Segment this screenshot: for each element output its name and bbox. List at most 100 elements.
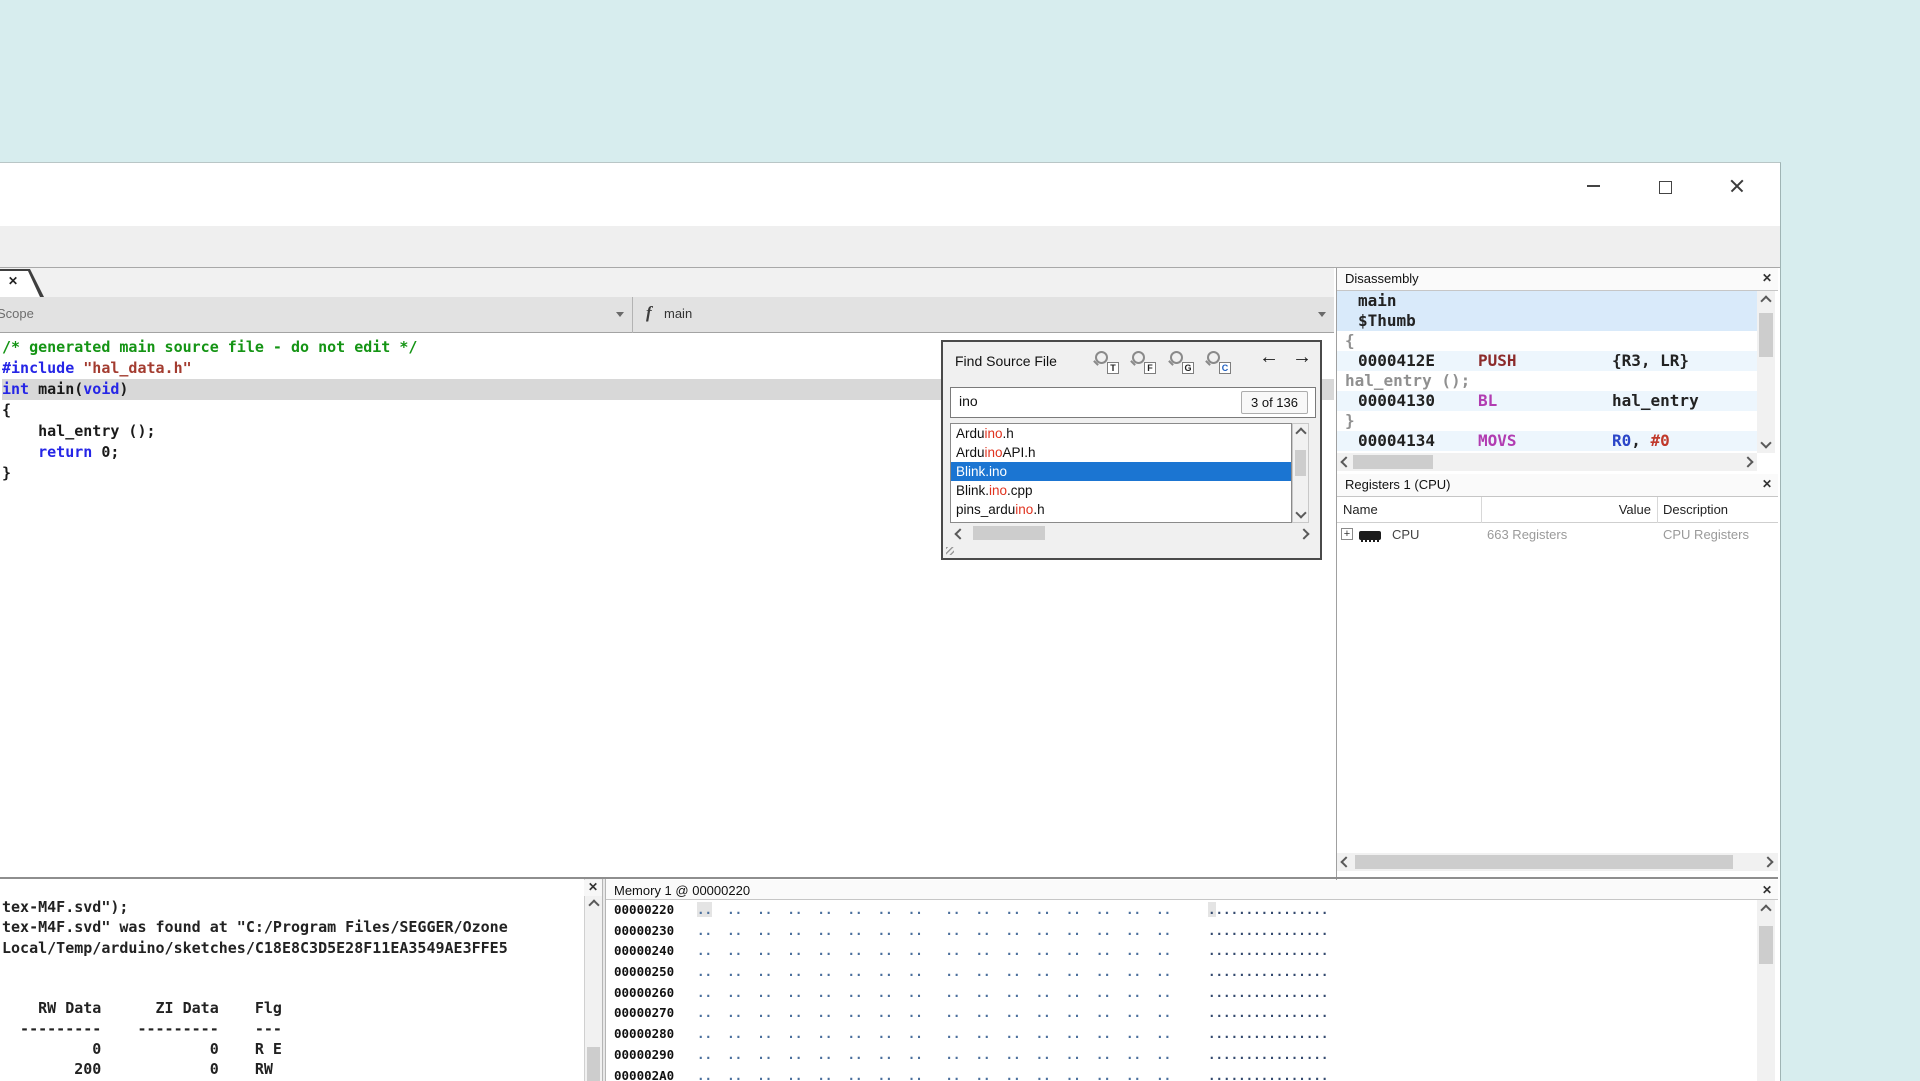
file-list-v-scrollbar[interactable]	[1292, 423, 1309, 523]
forward-button[interactable]: →	[1292, 346, 1312, 369]
filter-letter: F	[1144, 362, 1156, 374]
scroll-down-icon[interactable]	[1760, 437, 1771, 448]
resize-grip[interactable]	[946, 547, 954, 555]
disassembly-row[interactable]: 00004130BLhal_entry	[1337, 391, 1757, 411]
filter-file-button[interactable]: F	[1130, 350, 1156, 374]
restore-button[interactable]	[1642, 171, 1688, 201]
scroll-up-icon[interactable]	[1760, 295, 1771, 306]
title-bar	[0, 163, 1780, 226]
scroll-up-icon[interactable]	[1760, 904, 1771, 915]
file-list-item[interactable]: Arduino.h	[951, 424, 1291, 443]
registers-close-icon[interactable]: ✕	[1762, 477, 1772, 491]
scroll-thumb[interactable]	[587, 1047, 600, 1081]
scroll-thumb[interactable]	[1355, 855, 1733, 869]
cpu-chip-icon	[1359, 531, 1381, 540]
register-name: CPU	[1392, 527, 1419, 542]
function-dropdown-arrow-icon	[1318, 312, 1326, 317]
scope-function-bar: Scope f main	[0, 297, 1334, 333]
combo-divider	[632, 297, 633, 333]
scroll-thumb[interactable]	[1759, 926, 1773, 964]
scroll-thumb[interactable]	[1353, 455, 1433, 469]
scroll-up-icon[interactable]	[588, 899, 599, 910]
scroll-right-icon[interactable]	[1742, 456, 1753, 467]
function-icon: f	[646, 303, 652, 323]
disassembly-body[interactable]: main$Thumb{0000412EPUSH{R3, LR}hal_entry…	[1337, 291, 1757, 453]
console-close-icon[interactable]: ✕	[584, 880, 602, 896]
disassembly-row[interactable]: $Thumb	[1337, 311, 1757, 331]
filter-text-button[interactable]: T	[1093, 350, 1119, 374]
search-input[interactable]	[957, 392, 1211, 410]
disassembly-header: Disassembly ✕	[1337, 268, 1778, 291]
registers-row-cpu[interactable]: + CPU 663 Registers CPU Registers	[1337, 523, 1778, 547]
filter-letter: G	[1182, 362, 1194, 374]
file-list-item[interactable]: Blink.ino	[951, 462, 1291, 481]
close-icon	[1730, 179, 1744, 193]
registers-column-headers[interactable]: Name Value Description	[1337, 497, 1778, 523]
dialog-h-scrollbar[interactable]	[950, 525, 1316, 541]
disassembly-row[interactable]: 0000412EPUSH{R3, LR}	[1337, 351, 1757, 371]
tab-close-icon[interactable]: ✕	[8, 274, 18, 288]
file-list[interactable]: Arduino.hArduinoAPI.hBlink.inoBlink.ino.…	[950, 423, 1292, 523]
column-name: Name	[1343, 502, 1378, 517]
memory-body[interactable]: 00000220.. .. .. .. .. .. .. .. .. .. ..…	[606, 900, 1757, 1081]
scroll-right-icon[interactable]	[1762, 856, 1773, 867]
app-window: ✕ Scope f main /* generated main source …	[0, 162, 1781, 1081]
find-source-file-dialog: Find Source File T F G C ← → 3 of 136 Ar…	[941, 340, 1322, 560]
memory-row[interactable]: 00000240.. .. .. .. .. .. .. .. .. .. ..…	[606, 941, 1757, 962]
memory-row[interactable]: 00000280.. .. .. .. .. .. .. .. .. .. ..…	[606, 1024, 1757, 1045]
file-list-item[interactable]: pins_arduino.h	[951, 500, 1291, 519]
scroll-down-icon[interactable]	[1295, 507, 1306, 518]
desktop-background: { "icons": { "close_x": "✕", "plus": "+"…	[0, 0, 1920, 1080]
disassembly-v-scrollbar[interactable]	[1757, 291, 1775, 453]
column-description: Description	[1663, 502, 1728, 517]
disassembly-h-scrollbar[interactable]	[1337, 453, 1757, 471]
memory-row[interactable]: 00000220.. .. .. .. .. .. .. .. .. .. ..…	[606, 900, 1757, 921]
disassembly-row[interactable]: 00004134MOVSR0, #0	[1337, 431, 1757, 451]
memory-row[interactable]: 00000260.. .. .. .. .. .. .. .. .. .. ..…	[606, 983, 1757, 1004]
console-v-scrollbar[interactable]	[584, 879, 602, 1081]
memory-v-scrollbar[interactable]	[1757, 900, 1775, 1081]
memory-row[interactable]: 00000290.. .. .. .. .. .. .. .. .. .. ..…	[606, 1045, 1757, 1066]
disassembly-row[interactable]: hal_entry ();	[1337, 371, 1757, 391]
file-list-item[interactable]: ArduinoAPI.h	[951, 443, 1291, 462]
scroll-up-icon[interactable]	[1295, 427, 1306, 438]
back-button[interactable]: ←	[1259, 346, 1279, 369]
registers-h-scrollbar[interactable]	[1337, 853, 1778, 871]
scroll-left-icon[interactable]	[1340, 456, 1351, 467]
minimize-button[interactable]	[1570, 171, 1616, 201]
register-description: CPU Registers	[1663, 527, 1749, 542]
scroll-thumb[interactable]	[1759, 313, 1773, 357]
expand-toggle-icon[interactable]: +	[1341, 528, 1353, 540]
memory-row[interactable]: 00000250.. .. .. .. .. .. .. .. .. .. ..…	[606, 962, 1757, 983]
column-value: Value	[1481, 502, 1651, 517]
memory-title: Memory 1 @ 00000220	[614, 883, 750, 898]
registers-header: Registers 1 (CPU) ✕	[1337, 474, 1778, 497]
console-panel[interactable]: tex-M4F.svd"); tex-M4F.svd" was found at…	[0, 879, 584, 1081]
toolbar	[0, 226, 1780, 268]
minimize-icon	[1587, 185, 1600, 187]
disassembly-row[interactable]: }	[1337, 411, 1757, 431]
scroll-left-icon[interactable]	[1340, 856, 1351, 867]
console-text: tex-M4F.svd"); tex-M4F.svd" was found at…	[2, 897, 508, 1080]
file-list-item[interactable]: Blink.ino.cpp	[951, 481, 1291, 500]
filter-code-button[interactable]: C	[1205, 350, 1231, 374]
editor-tab[interactable]: ✕	[0, 269, 44, 297]
close-button[interactable]	[1714, 171, 1760, 201]
disassembly-close-icon[interactable]: ✕	[1762, 271, 1772, 285]
scroll-thumb[interactable]	[1295, 450, 1306, 476]
match-count-badge: 3 of 136	[1241, 391, 1308, 414]
disassembly-row[interactable]: {	[1337, 331, 1757, 351]
filter-global-button[interactable]: G	[1168, 350, 1194, 374]
memory-row[interactable]: 00000230.. .. .. .. .. .. .. .. .. .. ..…	[606, 921, 1757, 942]
disassembly-row[interactable]: main	[1337, 291, 1757, 311]
scroll-left-icon[interactable]	[954, 528, 965, 539]
memory-close-icon[interactable]: ✕	[1762, 883, 1772, 897]
memory-row[interactable]: 000002A0.. .. .. .. .. .. .. .. .. .. ..…	[606, 1066, 1757, 1081]
memory-row[interactable]: 00000270.. .. .. .. .. .. .. .. .. .. ..…	[606, 1003, 1757, 1024]
scroll-right-icon[interactable]	[1298, 528, 1309, 539]
editor-tab-strip: ✕	[0, 268, 1334, 297]
search-box: 3 of 136	[950, 387, 1316, 418]
register-value: 663 Registers	[1487, 527, 1567, 542]
filter-letter: T	[1107, 362, 1119, 374]
scroll-thumb[interactable]	[973, 526, 1045, 540]
